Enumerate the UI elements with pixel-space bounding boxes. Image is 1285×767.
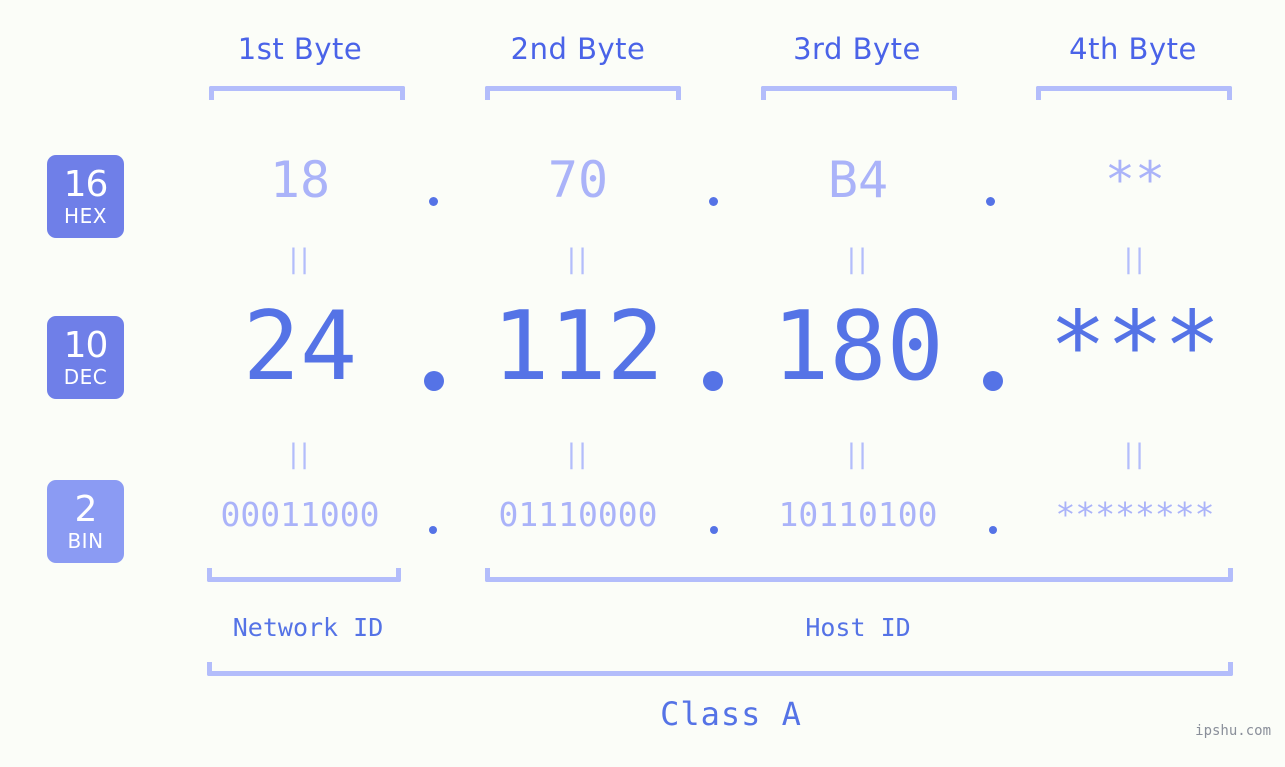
base-badge-dec-number: 10: [63, 325, 109, 366]
byte-bracket-1: [209, 86, 405, 100]
byte-header-4: 4th Byte: [1069, 32, 1197, 66]
base-badge-hex-label: HEX: [64, 204, 107, 228]
base-badge-bin: 2 BIN: [47, 480, 124, 563]
dec-dot-3: [983, 371, 1003, 391]
class-bracket: [207, 662, 1233, 676]
equals-mark-dec-bin-2: ||: [566, 439, 590, 470]
equals-mark-hex-dec-1: ||: [288, 244, 312, 275]
bin-dot-3: [989, 526, 997, 534]
base-badge-hex: 16 HEX: [47, 155, 124, 238]
byte-header-3: 3rd Byte: [793, 32, 921, 66]
equals-mark-hex-dec-2: ||: [566, 244, 590, 275]
dec-dot-1: [424, 371, 444, 391]
bin-dot-1: [429, 526, 437, 534]
hex-byte-3: B4: [827, 151, 889, 209]
hex-byte-4: **: [1104, 151, 1166, 209]
hex-byte-1: 18: [269, 151, 331, 209]
dec-byte-3: 180: [772, 292, 944, 402]
dec-byte-2: 112: [492, 292, 664, 402]
base-badge-dec-label: DEC: [63, 365, 108, 389]
byte-bracket-3: [761, 86, 957, 100]
equals-mark-hex-dec-4: ||: [1123, 244, 1147, 275]
base-badge-hex-number: 16: [63, 164, 109, 205]
byte-header-1: 1st Byte: [237, 32, 363, 66]
network-id-bracket: [207, 568, 401, 582]
bin-byte-3: 10110100: [778, 495, 938, 534]
base-badge-bin-number: 2: [74, 489, 98, 530]
ip-address-breakdown-diagram: 1st Byte 2nd Byte 3rd Byte 4th Byte 16 H…: [0, 0, 1285, 767]
hex-dot-2: [709, 197, 718, 206]
dec-byte-4: ***: [1049, 292, 1221, 402]
base-badge-bin-label: BIN: [67, 529, 104, 553]
dec-dot-2: [703, 371, 723, 391]
byte-bracket-4: [1036, 86, 1232, 100]
byte-bracket-2: [485, 86, 681, 100]
hex-byte-2: 70: [547, 151, 609, 209]
base-badge-dec: 10 DEC: [47, 316, 124, 399]
bin-dot-2: [710, 526, 718, 534]
equals-mark-dec-bin-4: ||: [1123, 439, 1147, 470]
equals-mark-hex-dec-3: ||: [846, 244, 870, 275]
bin-byte-2: 01110000: [498, 495, 658, 534]
equals-mark-dec-bin-1: ||: [288, 439, 312, 470]
byte-header-2: 2nd Byte: [510, 32, 646, 66]
bin-byte-4: ********: [1055, 495, 1215, 534]
network-id-label: Network ID: [232, 613, 384, 642]
watermark: ipshu.com: [1195, 723, 1271, 739]
bin-byte-1: 00011000: [220, 495, 380, 534]
hex-dot-3: [986, 197, 995, 206]
hex-dot-1: [429, 197, 438, 206]
dec-byte-1: 24: [242, 292, 358, 402]
host-id-bracket: [485, 568, 1233, 582]
host-id-label: Host ID: [805, 613, 911, 642]
equals-mark-dec-bin-3: ||: [846, 439, 870, 470]
class-label: Class A: [660, 695, 802, 733]
